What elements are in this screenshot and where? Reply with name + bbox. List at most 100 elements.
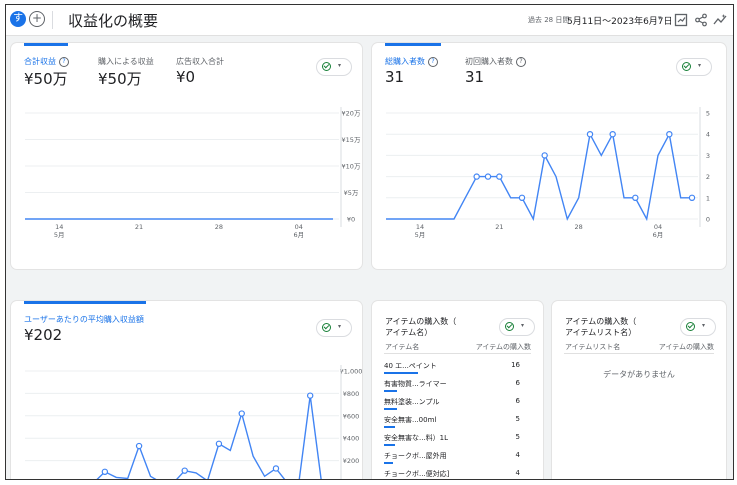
customize-report-icon[interactable] — [674, 13, 688, 27]
table-row[interactable]: チョークボ...屋外用 4 — [372, 449, 532, 467]
y-tick-label: 1 — [706, 194, 710, 202]
item-count-bar — [384, 408, 397, 410]
data-point — [518, 194, 526, 201]
data-point — [609, 130, 616, 138]
data-point — [484, 173, 492, 180]
x-tick-label: 28 — [215, 223, 223, 231]
y-tick-label: ¥0 — [347, 480, 355, 481]
insights-icon[interactable] — [713, 13, 727, 27]
y-tick-label: 4 — [706, 131, 710, 139]
col-header-item-purchases: アイテムの購入数 — [475, 343, 531, 351]
divider — [52, 11, 53, 29]
share-icon[interactable] — [694, 13, 708, 27]
check-circle-icon — [686, 322, 695, 331]
item-purchase-count: 4 — [515, 469, 520, 477]
arpu-line-chart: ¥1,000 ¥800 ¥600 ¥400 ¥200 ¥0 — [25, 365, 362, 481]
y-tick-label: ¥1,000 — [340, 368, 362, 376]
data-point — [238, 410, 245, 417]
item-purchase-count: 5 — [515, 433, 520, 441]
y-tick-label: ¥15万 — [342, 136, 361, 144]
y-tick-label: 3 — [706, 152, 710, 160]
item-purchase-count: 4 — [515, 451, 520, 459]
x-tick-label: 14 — [416, 223, 424, 231]
item-name: 安全無害な...料）1L — [384, 434, 449, 442]
item-purchase-count: 6 — [515, 379, 520, 387]
y-tick-label: ¥20万 — [342, 110, 361, 118]
date-range-picker[interactable]: 5月11日～2023年6月7日 — [567, 14, 673, 27]
col-header-item-name: アイテム名 — [385, 343, 420, 351]
table-row[interactable]: 安全無害な...料）1L 5 — [372, 431, 532, 449]
item-list-card: アイテムの購入数（ アイテムリスト名） ▾ アイテムリスト名 アイテムの購入数 デ… — [552, 301, 726, 479]
x-tick-sublabel: 5月 — [415, 231, 426, 239]
table-row[interactable]: 安全無害...00ml 5 — [372, 413, 532, 431]
item-purchase-count: 6 — [515, 397, 520, 405]
data-point — [181, 467, 188, 474]
item-name: 有害物質...ライマー — [384, 380, 447, 388]
y-tick-label: ¥400 — [343, 435, 360, 443]
item-name: 40 エ...ペイント — [384, 362, 437, 370]
table-row[interactable]: 有害物質...ライマー 6 — [372, 377, 532, 395]
purchasers-card: 総購入者数? 31 初回購入者数? 31 ▾ 5 4 3 2 1 0 14 5月 21 28 04 6… — [372, 43, 726, 269]
data-quality-status-button[interactable]: ▾ — [499, 318, 535, 336]
check-circle-icon — [505, 322, 514, 331]
item-count-bar — [384, 462, 393, 464]
revenue-card: 合計収益? ¥50万 購入による収益 ¥50万 広告収入合計 ¥0 ▾ ¥20万… — [11, 43, 362, 269]
purchasers-line-chart: 543210145月21 28 046月 — [386, 107, 710, 239]
item-count-bar — [384, 426, 395, 428]
item-name: 無料塗装...ンプル — [384, 398, 440, 406]
data-point — [135, 442, 143, 450]
table-row[interactable]: チョークボ...便対応] 4 — [372, 467, 532, 479]
data-point — [306, 392, 314, 399]
x-tick-label: 28 — [575, 223, 583, 231]
y-tick-label: ¥10万 — [342, 163, 361, 171]
account-avatar[interactable]: す — [10, 11, 26, 27]
data-point — [586, 130, 594, 138]
data-point — [473, 173, 480, 180]
x-tick-label: 21 — [135, 223, 143, 231]
col-header-item-purchases: アイテムの購入数 — [658, 343, 714, 351]
items-card: アイテムの購入数（ アイテム名） ▾ アイテム名 アイテムの購入数 40 エ...… — [372, 301, 543, 479]
chevron-down-icon: ▾ — [521, 322, 525, 329]
arpu-card: ユーザーあたりの平均購入収益額 ¥202 ▾ ¥1,000 ¥800 ¥600 ¥40… — [11, 301, 362, 481]
item-name: 安全無害...00ml — [384, 416, 437, 424]
x-tick-label: 21 — [495, 223, 503, 231]
data-quality-status-button[interactable]: ▾ — [680, 318, 716, 336]
add-comparison-button[interactable]: + — [29, 11, 45, 27]
item-purchase-count: 16 — [511, 361, 520, 369]
y-tick-label: ¥0 — [347, 216, 355, 224]
y-tick-label: ¥600 — [343, 412, 360, 420]
period-label: 過去 28 日間 — [528, 16, 570, 24]
chevron-down-icon[interactable]: ▾ — [658, 14, 662, 22]
y-tick-label: 2 — [706, 173, 710, 181]
col-header-item-list-name: アイテムリスト名 — [565, 343, 621, 351]
data-point — [666, 130, 673, 138]
empty-state-text: データがありません — [603, 370, 675, 379]
y-tick-label: ¥800 — [343, 390, 360, 398]
y-tick-label: 5 — [706, 110, 710, 118]
data-point — [496, 173, 503, 180]
data-point — [632, 194, 639, 201]
x-tick-sublabel: 6月 — [293, 231, 304, 239]
data-point — [101, 468, 109, 475]
page-title: 収益化の概要 — [68, 12, 159, 30]
app-frame: す + 収益化の概要 過去 28 日間 5月11日～2023年6月7日 ▾ 合計… — [5, 4, 734, 480]
data-point — [688, 194, 696, 201]
item-purchase-count: 5 — [515, 415, 520, 423]
data-point — [541, 152, 548, 159]
y-tick-label: ¥5万 — [344, 189, 359, 197]
data-point — [215, 440, 223, 447]
x-tick-label: 14 — [55, 223, 63, 231]
item-count-bar — [384, 372, 418, 374]
item-name: チョークボ...屋外用 — [384, 452, 447, 460]
revenue-line-chart: ¥20万 ¥15万 ¥10万 ¥5万 ¥0 145月 21 28 046月 — [25, 107, 361, 239]
item-name: チョークボ...便対応] — [384, 470, 450, 478]
x-tick-label: 04 — [295, 223, 303, 231]
table-row[interactable]: 40 エ...ペイント 16 — [372, 359, 532, 377]
item-count-bar — [384, 444, 395, 446]
table-row[interactable]: 無料塗装...ンプル 6 — [372, 395, 532, 413]
items-card-title: アイテムの購入数（ アイテム名） — [385, 317, 457, 337]
item-list-card-title: アイテムの購入数（ アイテムリスト名） — [565, 317, 637, 337]
chevron-down-icon: ▾ — [702, 322, 706, 329]
x-tick-sublabel: 5月 — [54, 231, 65, 239]
x-tick-sublabel: 6月 — [653, 231, 664, 239]
